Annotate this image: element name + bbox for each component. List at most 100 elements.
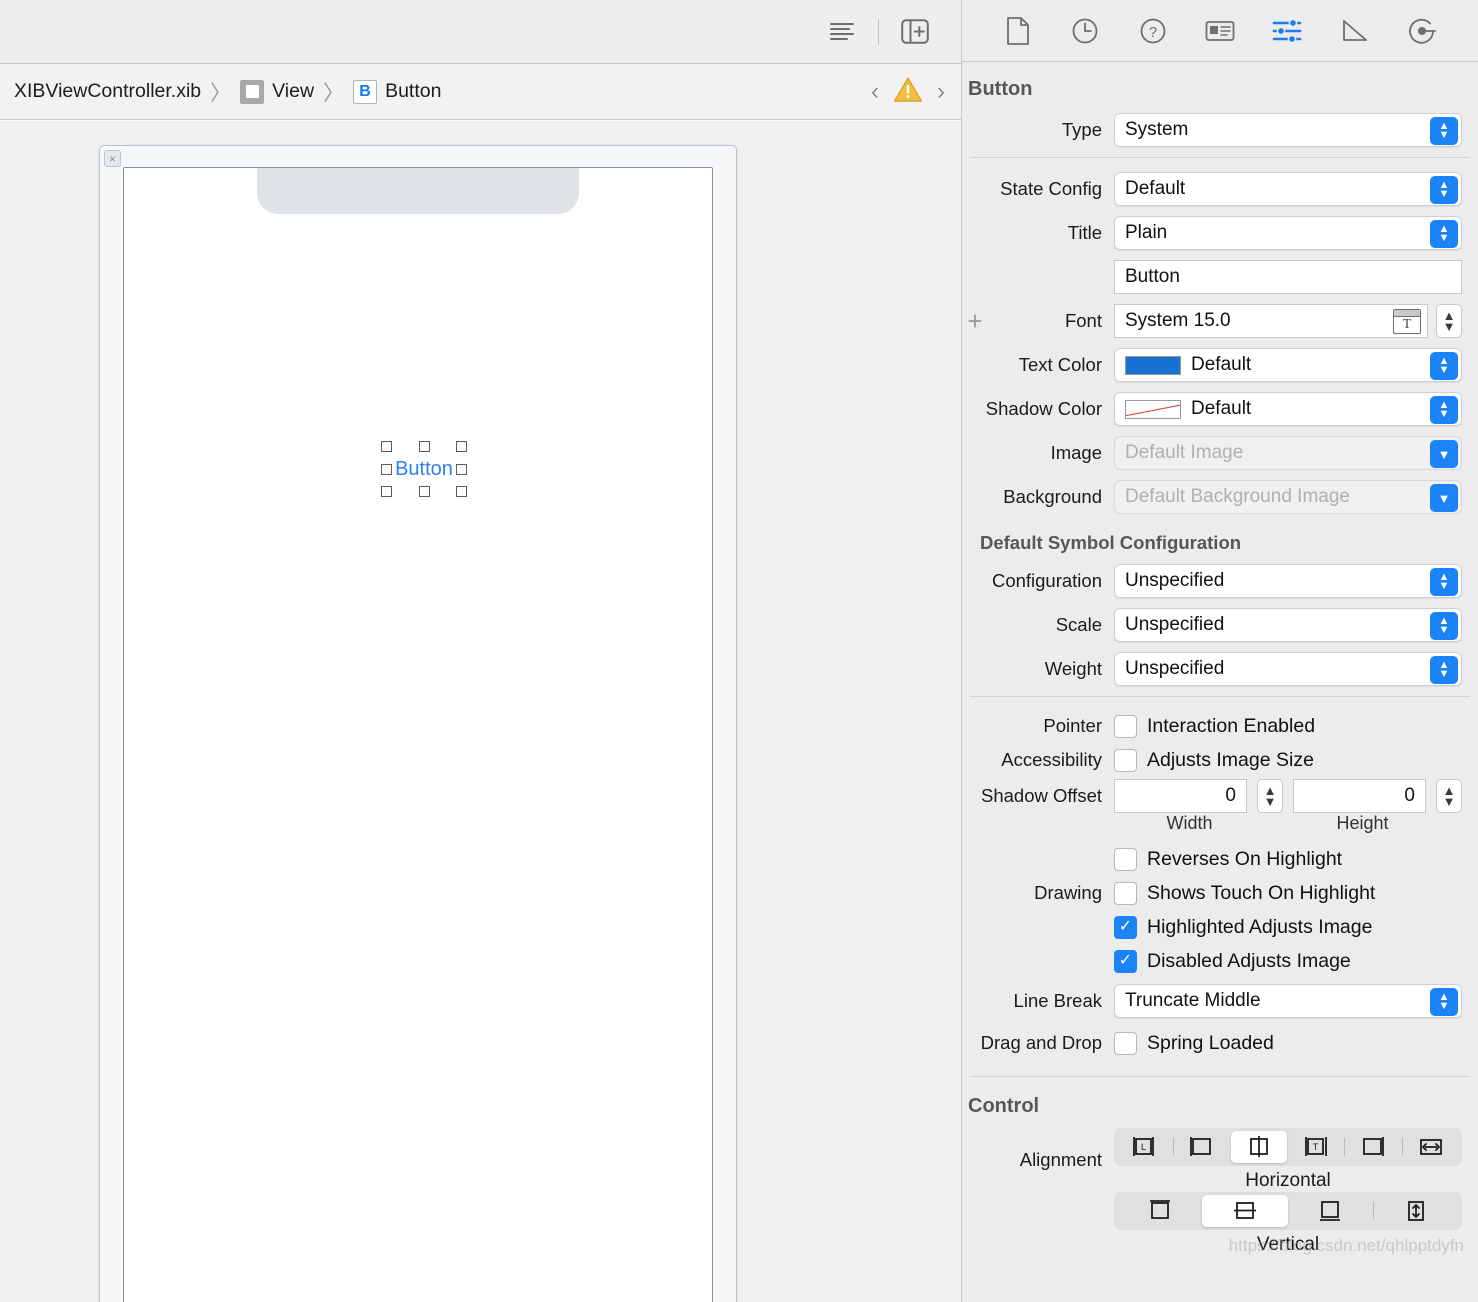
align-fill-horizontal-option[interactable]	[1403, 1131, 1459, 1163]
interaction-enabled-label: Interaction Enabled	[1147, 714, 1316, 737]
adjusts-image-size-label: Adjusts Image Size	[1147, 748, 1314, 771]
forward-icon[interactable]: ›	[937, 78, 945, 106]
resize-handle[interactable]	[418, 441, 430, 452]
scale-select[interactable]: Unspecified ▲ ▼	[1114, 608, 1462, 642]
breadcrumb-item-file[interactable]: XIBViewController.xib	[14, 80, 201, 103]
shadow-color-swatch[interactable]	[1125, 399, 1181, 419]
disabled-adjusts-image-checkbox[interactable]: ✓	[1114, 949, 1137, 973]
help-inspector-tab[interactable]: ?	[1132, 11, 1174, 51]
chevron-updown-icon: ▲ ▼	[1430, 396, 1458, 424]
align-bottom-option[interactable]	[1288, 1195, 1373, 1227]
resize-handle[interactable]	[381, 463, 392, 475]
line-break-select[interactable]: Truncate Middle ▲ ▼	[1114, 984, 1462, 1018]
design-canvas[interactable]: × Button	[0, 121, 961, 1302]
resize-handle[interactable]	[456, 441, 467, 452]
row-pointer: Pointer Interaction Enabled	[962, 709, 1478, 743]
shadow-offset-height-stepper[interactable]: ▲ ▼	[1436, 779, 1462, 813]
align-center-horizontal-option[interactable]	[1230, 1131, 1287, 1163]
svg-text:T: T	[1313, 1142, 1319, 1152]
row-configuration: Configuration Unspecified ▲ ▼	[962, 562, 1478, 600]
selected-button[interactable]: Button	[381, 441, 467, 497]
row-type: Type System ▲ ▼	[962, 111, 1478, 149]
horizontal-alignment-segmented[interactable]: L T	[1114, 1128, 1462, 1166]
weight-select[interactable]: Unspecified ▲ ▼	[1114, 652, 1462, 686]
align-trailing-option[interactable]: T	[1288, 1131, 1344, 1163]
row-highlighted-adjusts-image: ✓ Highlighted Adjusts Image	[962, 910, 1478, 944]
chevron-down-icon: ▼	[1430, 440, 1458, 468]
font-panel-t-icon[interactable]: T	[1393, 309, 1421, 334]
align-center-vertical-option[interactable]	[1202, 1195, 1288, 1227]
add-font-variation-button[interactable]: +	[962, 308, 988, 334]
row-drag-and-drop: Drag and Drop Spring Loaded	[962, 1026, 1478, 1060]
warning-triangle-icon[interactable]	[893, 76, 923, 108]
divider	[970, 696, 1470, 697]
shadow-offset-width-stepper[interactable]: ▲ ▼	[1257, 779, 1283, 813]
breadcrumb-item-button[interactable]: B Button	[353, 79, 441, 104]
align-leading-option[interactable]	[1174, 1131, 1230, 1163]
chevron-updown-icon: ▲ ▼	[1430, 176, 1458, 204]
state-config-label: State Config	[1000, 178, 1102, 199]
breadcrumb-item-view[interactable]: View	[240, 79, 314, 104]
configuration-select[interactable]: Unspecified ▲ ▼	[1114, 564, 1462, 598]
align-left-option[interactable]: L	[1117, 1131, 1173, 1163]
add-editor-icon[interactable]	[895, 15, 935, 49]
title-style-value: Plain	[1125, 222, 1168, 243]
resize-handle[interactable]	[456, 486, 467, 497]
resize-handle[interactable]	[381, 486, 392, 497]
row-shadow-offset: Shadow Offset 0 ▲ ▼ 0 ▲ ▼	[962, 777, 1478, 815]
state-config-select[interactable]: Default ▲ ▼	[1114, 172, 1462, 206]
svg-text:?: ?	[1148, 24, 1156, 41]
align-top-option[interactable]	[1117, 1195, 1202, 1227]
shadow-color-select[interactable]: Default ▲ ▼	[1114, 392, 1462, 426]
identity-inspector-tab[interactable]	[1199, 11, 1241, 51]
file-inspector-tab[interactable]	[997, 11, 1039, 51]
size-inspector-tab[interactable]	[1334, 11, 1376, 51]
font-size-stepper[interactable]: ▲ ▼	[1436, 304, 1462, 338]
shadow-offset-width-input[interactable]: 0	[1114, 779, 1247, 813]
shadow-offset-captions: Width Height	[962, 813, 1478, 834]
breadcrumb-nav: ‹ ›	[871, 64, 945, 119]
text-color-select[interactable]: Default ▲ ▼	[1114, 348, 1462, 382]
text-color-swatch[interactable]	[1125, 355, 1181, 375]
horizontal-caption: Horizontal	[1245, 1170, 1331, 1191]
breadcrumb: XIBViewController.xib 〉 View 〉 B Button …	[0, 64, 961, 120]
spring-loaded-checkbox[interactable]	[1114, 1031, 1137, 1055]
resize-handle[interactable]	[418, 486, 430, 497]
close-icon[interactable]: ×	[104, 150, 121, 167]
align-lines-icon[interactable]	[822, 15, 862, 49]
pointer-label: Pointer	[1043, 715, 1102, 736]
device-screen[interactable]: Button	[123, 167, 713, 1302]
background-combobox[interactable]: Default Background Image ▼	[1114, 480, 1462, 514]
interaction-enabled-checkbox[interactable]	[1114, 714, 1137, 738]
font-input[interactable]: System 15.0 T	[1114, 304, 1428, 338]
chevron-updown-icon: ▲ ▼	[1430, 612, 1458, 640]
align-fill-vertical-option[interactable]	[1374, 1195, 1459, 1227]
resize-handle[interactable]	[381, 441, 392, 452]
highlighted-adjusts-image-checkbox[interactable]: ✓	[1114, 915, 1137, 939]
row-font: + Font System 15.0 T ▲ ▼	[962, 302, 1478, 340]
adjusts-image-size-checkbox[interactable]	[1114, 748, 1137, 772]
align-right-option[interactable]	[1345, 1131, 1401, 1163]
editor-area: XIBViewController.xib 〉 View 〉 B Button …	[0, 0, 962, 1302]
reverses-on-highlight-checkbox[interactable]	[1114, 847, 1137, 871]
shadow-offset-height-input[interactable]: 0	[1293, 779, 1426, 813]
divider	[970, 157, 1470, 158]
row-scale: Scale Unspecified ▲ ▼	[962, 606, 1478, 644]
title-text-input[interactable]: Button	[1114, 260, 1462, 294]
title-style-select[interactable]: Plain ▲ ▼	[1114, 216, 1462, 250]
shows-touch-on-highlight-checkbox[interactable]	[1114, 881, 1137, 905]
attributes-inspector-tab[interactable]	[1266, 11, 1308, 51]
type-select[interactable]: System ▲ ▼	[1114, 113, 1462, 147]
width-caption: Width	[1166, 813, 1213, 833]
image-combobox[interactable]: Default Image ▼	[1114, 436, 1462, 470]
symbol-config-heading: Default Symbol Configuration	[980, 532, 1242, 553]
back-icon[interactable]: ‹	[871, 78, 879, 106]
connections-inspector-tab[interactable]	[1401, 11, 1443, 51]
history-inspector-tab[interactable]	[1064, 11, 1106, 51]
text-color-label: Text Color	[1018, 354, 1102, 375]
text-color-value: Default	[1191, 354, 1252, 375]
chevron-updown-icon: ▲ ▼	[1430, 656, 1458, 684]
resize-handle[interactable]	[456, 463, 467, 475]
vertical-alignment-segmented[interactable]	[1114, 1192, 1462, 1230]
inspector-tab-bar: ?	[962, 0, 1478, 62]
